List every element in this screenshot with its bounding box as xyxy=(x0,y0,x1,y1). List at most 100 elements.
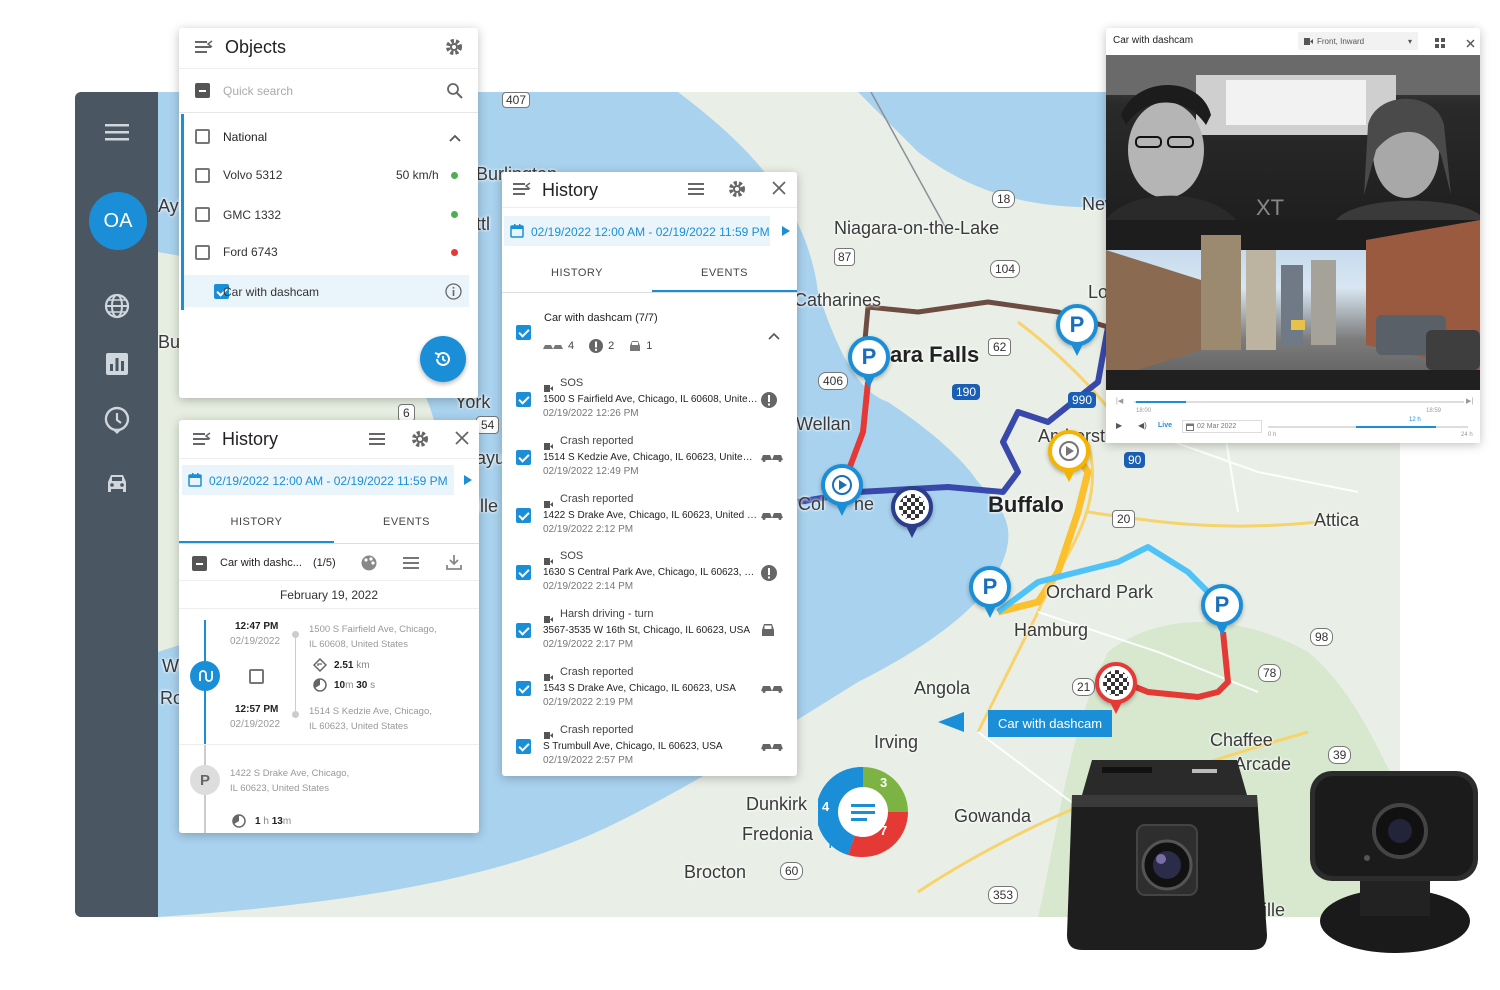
event-checkbox[interactable] xyxy=(516,681,531,696)
car-icon[interactable] xyxy=(75,462,158,506)
event-row[interactable]: Crash reported 1543 S Drake Ave, Chicago,… xyxy=(502,666,797,721)
search-input[interactable]: Quick search xyxy=(223,84,293,98)
finish-pin[interactable] xyxy=(1095,662,1137,714)
date-picker[interactable]: 02 Mar 2022 xyxy=(1182,420,1262,433)
parking-icon[interactable]: P xyxy=(190,765,220,795)
close-icon[interactable] xyxy=(772,181,786,200)
trip-start-date: 02/19/2022 xyxy=(230,636,281,647)
calendar-icon xyxy=(510,223,524,243)
chevron-up-icon[interactable] xyxy=(768,328,780,346)
route-shield: 60 xyxy=(780,862,804,880)
parking-pin[interactable]: P xyxy=(1201,584,1243,636)
live-button[interactable]: Live xyxy=(1158,422,1172,429)
step-forward-icon[interactable]: ▶| xyxy=(1466,397,1473,405)
chart-icon[interactable] xyxy=(75,342,158,386)
dashcam-device-image xyxy=(1062,755,1272,955)
object-name[interactable]: Car with dashcam xyxy=(223,285,319,299)
tab-events[interactable]: EVENTS xyxy=(652,267,797,292)
finish-pin[interactable] xyxy=(891,486,933,538)
group-checkbox[interactable] xyxy=(516,325,531,340)
event-address: 1514 S Kedzie Ave, Chicago, IL 60623, Un… xyxy=(543,451,758,463)
download-icon[interactable] xyxy=(445,553,463,576)
front-camera-feed[interactable] xyxy=(1106,220,1480,390)
route-shield: 90 xyxy=(1124,452,1146,468)
event-checkbox[interactable] xyxy=(516,449,531,465)
parking-address: 1422 S Drake Ave, Chicago, IL 60623, Unit… xyxy=(230,768,350,794)
svg-text:XT: XT xyxy=(1256,195,1284,220)
start-pin[interactable] xyxy=(1048,430,1090,482)
tab-events[interactable]: EVENTS xyxy=(334,516,479,543)
collapse-icon[interactable] xyxy=(193,432,211,451)
history-fab-button[interactable] xyxy=(420,336,466,382)
event-checkbox[interactable] xyxy=(516,738,531,754)
object-name[interactable]: Volvo 5312 xyxy=(223,168,282,182)
play-icon[interactable] xyxy=(782,226,790,236)
select-all-checkbox[interactable] xyxy=(195,83,210,98)
close-icon[interactable] xyxy=(455,431,469,450)
list-icon[interactable] xyxy=(688,182,704,201)
event-row[interactable]: Crash reported S Trumbull Ave, Chicago, I… xyxy=(502,724,797,776)
globe-icon[interactable] xyxy=(75,284,158,328)
search-icon[interactable] xyxy=(447,83,463,104)
group-label: National xyxy=(223,130,268,144)
history-panel: History 02/19/2022 12:00 AM - 02/19/2022… xyxy=(179,420,479,833)
event-checkbox[interactable] xyxy=(516,392,531,407)
camera-view-select[interactable]: Front, Inward ▾ xyxy=(1298,32,1418,50)
event-checkbox[interactable] xyxy=(516,565,531,581)
object-checkbox[interactable] xyxy=(195,168,210,183)
trip-icon[interactable] xyxy=(190,661,220,691)
play-icon[interactable]: ▶ xyxy=(1116,421,1122,430)
history-events-panel: History 02/19/2022 12:00 AM - 02/19/2022… xyxy=(502,172,797,776)
clock-icon[interactable] xyxy=(75,398,158,442)
event-row[interactable]: Crash reported 1422 S Drake Ave, Chicago,… xyxy=(502,493,797,548)
event-row[interactable]: SOS 1630 S Central Park Ave, Chicago, IL … xyxy=(502,550,797,605)
group-checkbox[interactable] xyxy=(195,129,210,144)
object-name[interactable]: GMC 1332 xyxy=(223,208,281,222)
settings-icon[interactable] xyxy=(728,180,746,203)
event-row[interactable]: Harsh driving - turn 3567-3535 W 16th St,… xyxy=(502,608,797,663)
status-dot xyxy=(451,172,458,179)
start-pin[interactable] xyxy=(821,464,863,516)
timer-icon xyxy=(313,678,327,697)
close-icon[interactable] xyxy=(1466,35,1475,53)
volume-icon[interactable]: ◀) xyxy=(1138,421,1147,430)
grid-icon[interactable] xyxy=(1435,35,1445,53)
settings-icon[interactable] xyxy=(411,430,429,453)
alert-icon xyxy=(760,391,778,414)
object-name[interactable]: Ford 6743 xyxy=(223,245,278,259)
vehicle-label[interactable]: Car with dashcam xyxy=(988,710,1113,737)
info-icon[interactable] xyxy=(445,283,462,305)
user-avatar[interactable]: OA xyxy=(89,192,147,250)
settings-icon[interactable] xyxy=(445,38,463,61)
object-count: (1/5) xyxy=(313,557,336,569)
event-time: 02/19/2022 2:19 PM xyxy=(543,697,634,708)
object-checkbox[interactable] xyxy=(195,207,210,222)
route-shield: 353 xyxy=(988,886,1019,904)
step-back-icon[interactable]: |◀ xyxy=(1116,397,1123,405)
inward-camera-feed[interactable]: XT xyxy=(1106,55,1480,220)
parking-pin[interactable]: P xyxy=(1056,304,1098,356)
trip-checkbox[interactable] xyxy=(249,669,264,684)
event-row[interactable]: Crash reported 1514 S Kedzie Ave, Chicago… xyxy=(502,435,797,490)
list-icon[interactable] xyxy=(403,556,419,575)
object-checkbox[interactable] xyxy=(195,245,210,260)
event-row[interactable]: SOS 1500 S Fairfield Ave, Chicago, IL 606… xyxy=(502,377,797,432)
palette-icon[interactable] xyxy=(360,554,378,577)
event-cluster[interactable]: 3 4 7 xyxy=(816,766,908,858)
event-checkbox[interactable] xyxy=(516,623,531,639)
menu-icon[interactable] xyxy=(75,110,158,154)
chevron-up-icon[interactable] xyxy=(449,130,461,148)
tab-history[interactable]: HISTORY xyxy=(502,267,652,292)
parking-pin[interactable]: P xyxy=(848,336,890,388)
collapse-icon[interactable] xyxy=(513,182,531,201)
alert-icon xyxy=(760,564,778,587)
event-checkbox[interactable] xyxy=(516,507,531,523)
collapse-icon[interactable] xyxy=(195,40,213,59)
list-icon[interactable] xyxy=(369,432,385,451)
object-checkbox[interactable] xyxy=(192,556,207,571)
parking-pin[interactable]: P xyxy=(969,566,1011,618)
route-shield: 54 xyxy=(476,416,500,434)
crash-icon xyxy=(760,449,784,467)
play-icon[interactable] xyxy=(464,475,472,485)
tab-history[interactable]: HISTORY xyxy=(179,516,334,543)
